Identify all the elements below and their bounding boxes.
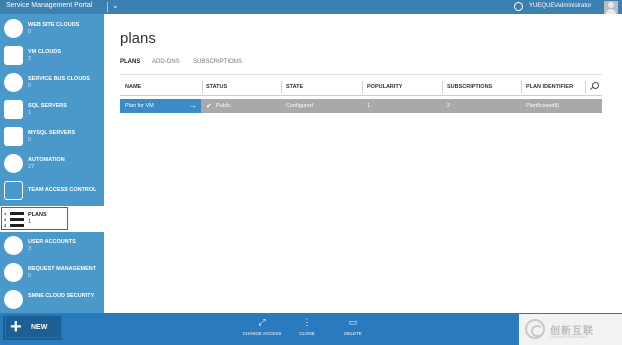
- sidebar-item-count: 2: [28, 56, 32, 62]
- page-title: plans: [120, 30, 156, 47]
- sidebar-item-service-bus-clouds[interactable]: SERVICE BUS CLOUDS 0: [0, 70, 104, 96]
- column-divider: [281, 81, 282, 93]
- sidebar-item-label: USER ACCOUNTS: [28, 239, 76, 245]
- tab-plans[interactable]: PLANS: [120, 59, 140, 65]
- sidebar-item-label: SERVICE BUS CLOUDS: [28, 76, 90, 82]
- column-divider: [585, 81, 586, 93]
- sidebar-item-count: 3: [28, 246, 32, 252]
- monitor-icon: [4, 46, 23, 65]
- header-divider: [120, 95, 602, 96]
- logo-icon: [525, 319, 545, 339]
- sidebar-item-label: TEAM ACCESS CONTROL: [28, 187, 97, 193]
- sidebar-item-count: 0: [28, 137, 32, 143]
- arrow-right-icon[interactable]: →: [189, 101, 197, 110]
- globe-icon: [4, 19, 23, 38]
- sidebar-item-team-access-control[interactable]: TEAM ACCESS CONTROL: [0, 178, 104, 204]
- column-divider: [442, 81, 443, 93]
- sidebar-item-sql-servers[interactable]: SQL SERVERS 1: [0, 97, 104, 123]
- table-row[interactable]: Plan for VM → ✔ Public Configured 1 2 Pl…: [120, 99, 602, 113]
- column-header-subscriptions[interactable]: SUBSCRIPTIONS: [447, 84, 492, 90]
- clone-icon: ⋮: [302, 317, 312, 327]
- trash-icon: ▭: [348, 317, 358, 327]
- sidebar-item-label: MYSQL SERVERS: [28, 130, 76, 136]
- sidebar-item-count: 0: [28, 83, 32, 89]
- sidebar-item-label: REQUEST MANAGEMENT: [28, 266, 97, 272]
- clone-label: CLONE: [299, 331, 315, 336]
- column-header-plan-identifier[interactable]: PLAN IDENTIFIER: [526, 84, 573, 90]
- plan-subscriptions: 2: [447, 103, 451, 109]
- sql-server-icon: [4, 100, 23, 119]
- gears-icon: [4, 154, 23, 173]
- column-header-state[interactable]: STATE: [286, 84, 303, 90]
- sidebar-item-count: 1: [28, 110, 32, 116]
- sidebar-item-count: 0: [28, 29, 32, 35]
- change-access-button[interactable]: ⤢ CHANGE ACCESS: [242, 317, 282, 336]
- tab-subscriptions[interactable]: SUBSCRIPTIONS: [193, 59, 242, 65]
- delete-button[interactable]: ▭ DELETE: [340, 317, 366, 336]
- new-highlight-box: [5, 315, 62, 338]
- service-bus-icon: [4, 73, 23, 92]
- column-header-status[interactable]: STATUS: [206, 84, 227, 90]
- sidebar-item-request-management[interactable]: REQUEST MANAGEMENT 0: [0, 260, 104, 286]
- avatar[interactable]: [604, 1, 618, 14]
- plan-identifier: Planflcxaed8j: [526, 103, 559, 109]
- plan-status: Public: [216, 103, 231, 109]
- sidebar-item-count: 27: [28, 164, 35, 170]
- tab-add-ons[interactable]: ADD-ONS: [152, 59, 180, 65]
- delete-label: DELETE: [344, 331, 362, 336]
- change-access-icon: ⤢: [258, 317, 266, 327]
- refresh-icon: [4, 263, 23, 282]
- top-bar: Service Management Portal ⌄ YUEQUE\Admin…: [0, 0, 622, 14]
- column-divider: [202, 81, 203, 93]
- sidebar-item-label: AUTOMATION: [28, 157, 65, 163]
- plan-state: Configured: [286, 103, 313, 109]
- user-name[interactable]: YUEQUE\Administrator: [529, 3, 591, 9]
- column-divider: [362, 81, 363, 93]
- sidebar-item-mysql-servers[interactable]: MYSQL SERVERS 0: [0, 124, 104, 150]
- column-divider: [521, 81, 522, 93]
- sidebar-item-vm-clouds[interactable]: VM CLOUDS 2: [0, 43, 104, 69]
- sidebar-item-label: VM CLOUDS: [28, 49, 61, 55]
- users-icon: [4, 236, 23, 255]
- app-title: Service Management Portal: [6, 2, 93, 9]
- column-header-name[interactable]: NAME: [125, 84, 141, 90]
- sidebar-item-web-site-clouds[interactable]: WEB SITE CLOUDS 0: [0, 16, 104, 42]
- title-divider: [107, 2, 108, 12]
- sidebar-item-automation[interactable]: AUTOMATION 27: [0, 151, 104, 177]
- sidebar-item-user-accounts[interactable]: USER ACCOUNTS 3: [0, 233, 104, 259]
- plans-highlight-box: [1, 207, 68, 230]
- main-content: plans PLANS ADD-ONS SUBSCRIPTIONS NAME S…: [104, 14, 622, 313]
- plan-name[interactable]: Plan for VM: [125, 103, 154, 109]
- sidebar-item-label: SQL SERVERS: [28, 103, 67, 109]
- sidebar-item-label: SMNE CLOUD SECURITY: [28, 293, 95, 299]
- column-header-popularity[interactable]: POPULARITY: [367, 84, 402, 90]
- search-icon[interactable]: [592, 82, 599, 89]
- table-header: NAME STATUS STATE POPULARITY SUBSCRIPTIO…: [120, 81, 602, 93]
- sidebar: WEB SITE CLOUDS 0 VM CLOUDS 2 SERVICE BU…: [0, 14, 104, 313]
- watermark-logo: 创新互联 CHUANG XIN HU LIAN: [519, 314, 622, 345]
- sidebar-item-label: WEB SITE CLOUDS: [28, 22, 80, 28]
- cloud-security-icon: [4, 290, 23, 309]
- change-access-label: CHANGE ACCESS: [242, 331, 282, 336]
- plan-popularity: 1: [367, 103, 371, 109]
- chevron-down-icon[interactable]: ⌄: [112, 1, 119, 10]
- clone-button[interactable]: ⋮ CLONE: [295, 317, 319, 336]
- cloud-icon: [4, 181, 23, 200]
- tab-divider: [120, 74, 602, 75]
- sidebar-item-count: 0: [28, 273, 32, 279]
- checkmark-icon: ✔: [206, 103, 212, 110]
- sidebar-item-smne-cloud-security[interactable]: SMNE CLOUD SECURITY: [0, 287, 104, 313]
- globe-icon[interactable]: [514, 2, 523, 11]
- watermark-subtext: CHUANG XIN HU LIAN: [550, 335, 587, 339]
- mysql-icon: [4, 127, 23, 146]
